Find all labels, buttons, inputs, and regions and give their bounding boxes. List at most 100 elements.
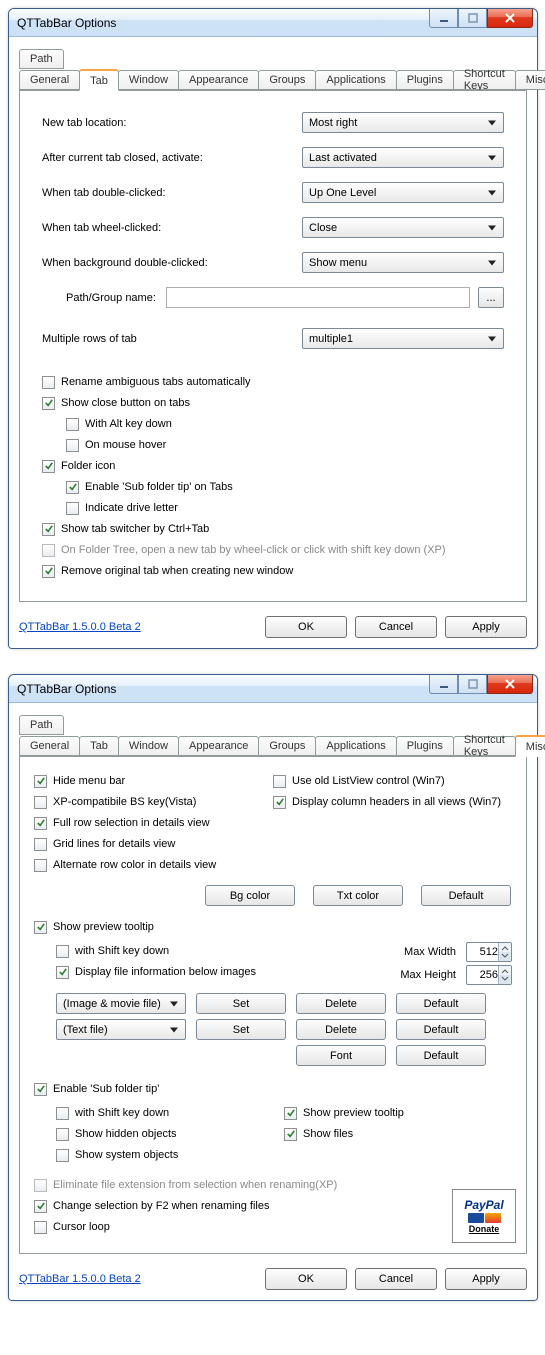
text-file-select[interactable]: (Text file) xyxy=(56,1019,186,1040)
cancel-button[interactable]: Cancel xyxy=(355,616,437,638)
grid-lines-checkbox[interactable] xyxy=(34,838,47,851)
file-info-checkbox[interactable] xyxy=(56,966,69,979)
donate-button[interactable]: PayPal Donate xyxy=(452,1189,516,1243)
tab-wheelclick-select[interactable]: Close xyxy=(302,217,504,238)
path-group-input[interactable] xyxy=(166,287,470,308)
font-button[interactable]: Font xyxy=(296,1045,386,1066)
tab-plugins[interactable]: Plugins xyxy=(396,736,454,756)
close-button[interactable] xyxy=(487,9,533,28)
max-height-label: Max Height xyxy=(400,969,456,981)
maximize-button[interactable] xyxy=(458,675,487,694)
tab-window[interactable]: Window xyxy=(118,70,179,90)
tab-misc[interactable]: Misc. xyxy=(515,735,545,757)
tab-window[interactable]: Window xyxy=(118,736,179,756)
tab-plugins[interactable]: Plugins xyxy=(396,70,454,90)
ok-button[interactable]: OK xyxy=(265,616,347,638)
with-alt-checkbox[interactable] xyxy=(66,418,79,431)
sub-system-checkbox[interactable] xyxy=(56,1149,69,1162)
sub-preview-checkbox[interactable] xyxy=(284,1107,297,1120)
hide-menu-checkbox[interactable] xyxy=(34,775,47,788)
enable-subfolder-checkbox[interactable] xyxy=(34,1083,47,1096)
tab-doubleclick-select[interactable]: Up One Level xyxy=(302,182,504,203)
sub-shift-checkbox[interactable] xyxy=(56,1107,69,1120)
window-title: QTTabBar Options xyxy=(17,16,116,30)
minimize-button[interactable] xyxy=(429,9,458,28)
minimize-button[interactable] xyxy=(429,675,458,694)
tab-misc[interactable]: Misc. xyxy=(515,70,545,90)
preview-shift-label: with Shift key down xyxy=(75,945,169,957)
tab-path[interactable]: Path xyxy=(19,715,64,735)
indicate-drive-checkbox[interactable] xyxy=(66,502,79,515)
tab-shortcut-keys[interactable]: Shortcut Keys xyxy=(453,70,516,90)
apply-button[interactable]: Apply xyxy=(445,616,527,638)
multi-rows-select[interactable]: multiple1 xyxy=(302,328,504,349)
tab-strip: Path General Tab Window Appearance Group… xyxy=(19,715,527,756)
show-close-checkbox[interactable] xyxy=(42,397,55,410)
max-height-spinner[interactable]: 256 xyxy=(466,965,512,985)
show-preview-checkbox[interactable] xyxy=(34,921,47,934)
maximize-button[interactable] xyxy=(458,9,487,28)
alt-row-checkbox[interactable] xyxy=(34,859,47,872)
remove-orig-checkbox[interactable] xyxy=(42,565,55,578)
txtcolor-button[interactable]: Txt color xyxy=(313,885,403,906)
tab-applications[interactable]: Applications xyxy=(315,736,396,756)
xp-compat-checkbox[interactable] xyxy=(34,796,47,809)
preview-shift-checkbox[interactable] xyxy=(56,945,69,958)
txt-delete-button[interactable]: Delete xyxy=(296,1019,386,1040)
ok-button[interactable]: OK xyxy=(265,1268,347,1290)
default-colors-button[interactable]: Default xyxy=(421,885,511,906)
titlebar[interactable]: QTTabBar Options xyxy=(9,9,537,37)
tab-tab[interactable]: Tab xyxy=(79,69,119,91)
titlebar[interactable]: QTTabBar Options xyxy=(9,675,537,703)
sub-files-checkbox[interactable] xyxy=(284,1128,297,1141)
footer: QTTabBar 1.5.0.0 Beta 2 OK Cancel Apply xyxy=(19,1268,527,1290)
folder-tree-label: On Folder Tree, open a new tab by wheel-… xyxy=(61,544,446,556)
new-tab-location-select[interactable]: Most right xyxy=(302,112,504,133)
file-info-label: Display file information below images xyxy=(75,966,256,978)
tab-groups[interactable]: Groups xyxy=(258,70,316,90)
old-listview-checkbox[interactable] xyxy=(273,775,286,788)
tab-wheelclick-label: When tab wheel-clicked: xyxy=(42,222,302,234)
col-headers-checkbox[interactable] xyxy=(273,796,286,809)
version-link[interactable]: QTTabBar 1.5.0.0 Beta 2 xyxy=(19,1273,141,1285)
tab-groups[interactable]: Groups xyxy=(258,736,316,756)
max-width-spinner[interactable]: 512 xyxy=(466,942,512,962)
version-link[interactable]: QTTabBar 1.5.0.0 Beta 2 xyxy=(19,621,141,633)
bg-doubleclick-select[interactable]: Show menu xyxy=(302,252,504,273)
font-default-button[interactable]: Default xyxy=(396,1045,486,1066)
tab-doubleclick-label: When tab double-clicked: xyxy=(42,187,302,199)
img-delete-button[interactable]: Delete xyxy=(296,993,386,1014)
f2-sel-checkbox[interactable] xyxy=(34,1200,47,1213)
full-row-checkbox[interactable] xyxy=(34,817,47,830)
tab-appearance[interactable]: Appearance xyxy=(178,70,259,90)
tab-tab[interactable]: Tab xyxy=(79,736,119,756)
tab-general[interactable]: General xyxy=(19,736,80,756)
bgcolor-button[interactable]: Bg color xyxy=(205,885,295,906)
tab-shortcut-keys[interactable]: Shortcut Keys xyxy=(453,736,516,756)
cursor-loop-label: Cursor loop xyxy=(53,1221,110,1233)
on-hover-checkbox[interactable] xyxy=(66,439,79,452)
cursor-loop-checkbox[interactable] xyxy=(34,1221,47,1234)
tab-path[interactable]: Path xyxy=(19,49,64,69)
rename-ambig-checkbox[interactable] xyxy=(42,376,55,389)
enable-subtip-checkbox[interactable] xyxy=(66,481,79,494)
full-row-label: Full row selection in details view xyxy=(53,817,210,829)
after-close-select[interactable]: Last activated xyxy=(302,147,504,168)
img-set-button[interactable]: Set xyxy=(196,993,286,1014)
switcher-checkbox[interactable] xyxy=(42,523,55,536)
txt-default-button[interactable]: Default xyxy=(396,1019,486,1040)
browse-button[interactable]: ... xyxy=(478,287,504,308)
tab-applications[interactable]: Applications xyxy=(315,70,396,90)
folder-icon-checkbox[interactable] xyxy=(42,460,55,473)
close-button[interactable] xyxy=(487,675,533,694)
apply-button[interactable]: Apply xyxy=(445,1268,527,1290)
sub-hidden-checkbox[interactable] xyxy=(56,1128,69,1141)
remove-orig-label: Remove original tab when creating new wi… xyxy=(61,565,293,577)
img-default-button[interactable]: Default xyxy=(396,993,486,1014)
show-close-label: Show close button on tabs xyxy=(61,397,190,409)
cancel-button[interactable]: Cancel xyxy=(355,1268,437,1290)
txt-set-button[interactable]: Set xyxy=(196,1019,286,1040)
image-file-select[interactable]: (Image & movie file) xyxy=(56,993,186,1014)
tab-appearance[interactable]: Appearance xyxy=(178,736,259,756)
tab-general[interactable]: General xyxy=(19,70,80,90)
